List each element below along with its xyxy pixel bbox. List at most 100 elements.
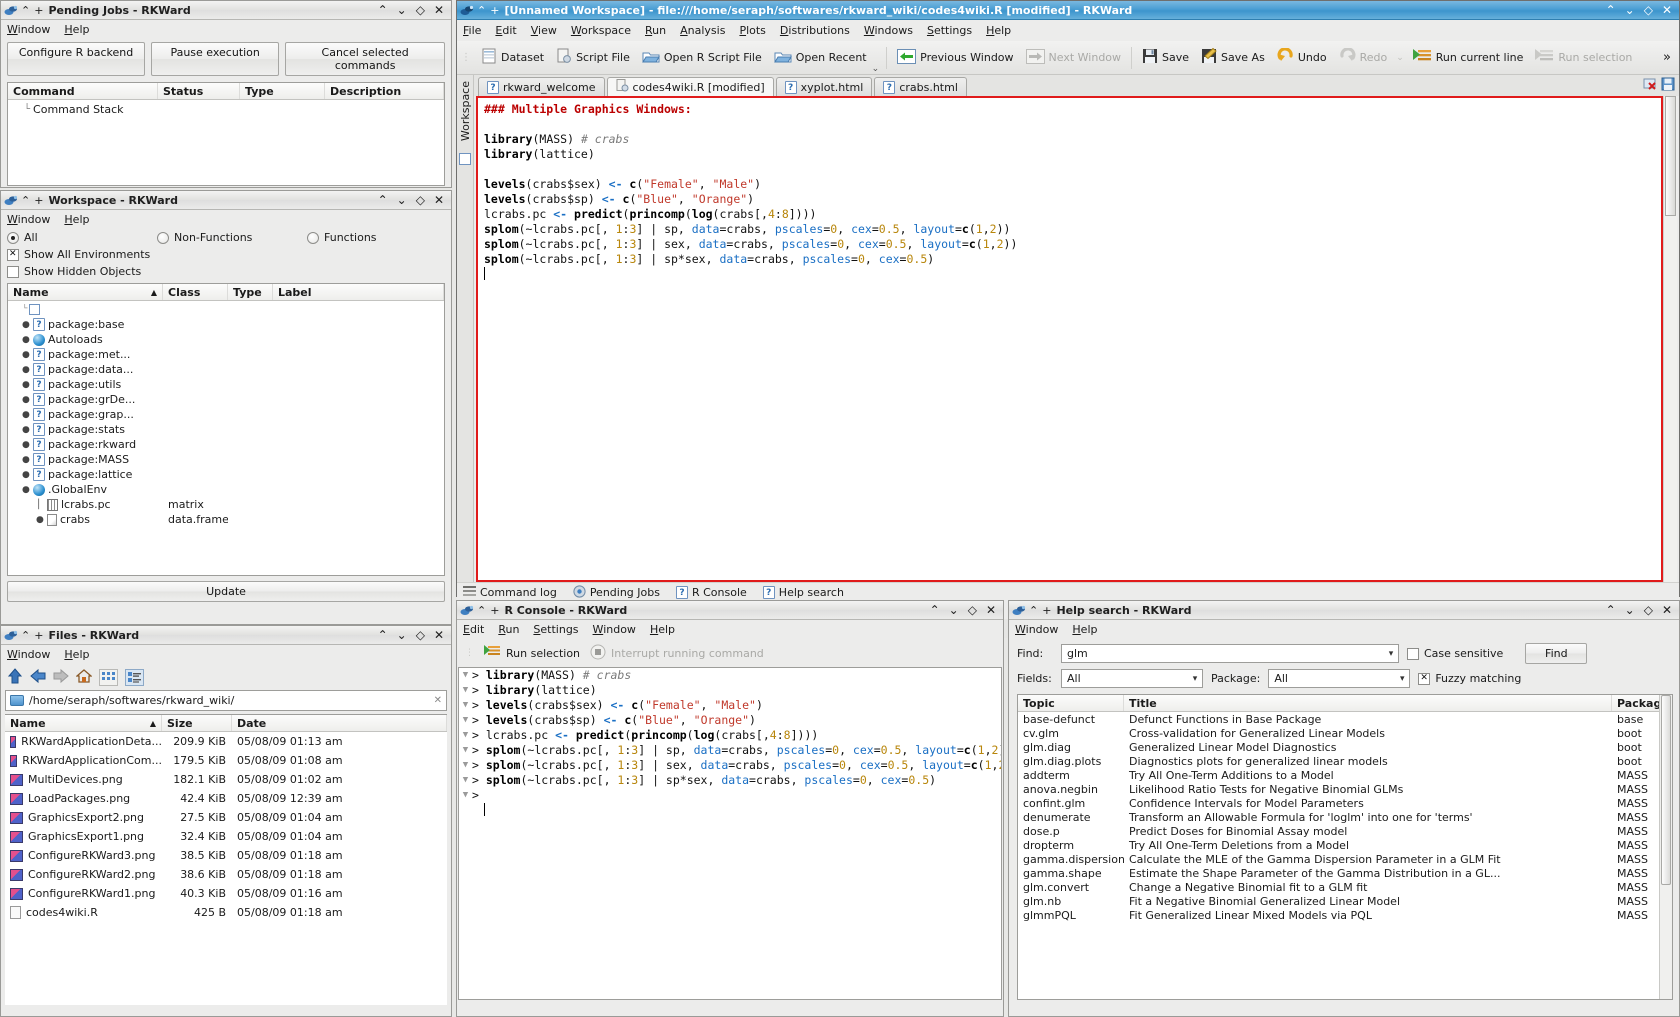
- workspace-tree-icon[interactable]: [459, 153, 471, 166]
- radio-functions[interactable]: Functions: [307, 231, 377, 244]
- column-type[interactable]: Type: [228, 284, 273, 300]
- menu-edit[interactable]: Edit: [495, 24, 516, 37]
- find-input[interactable]: glm ▾: [1061, 644, 1399, 663]
- help-result-row[interactable]: dropterm Try All One-Term Deletions from …: [1018, 838, 1672, 852]
- column-command[interactable]: Command: [8, 83, 158, 99]
- toolbar-run-current-line-button[interactable]: Run current line: [1408, 46, 1529, 69]
- up-icon[interactable]: [7, 667, 23, 687]
- tree-expander-icon[interactable]: ●: [22, 440, 30, 450]
- minimize-button[interactable]: ⌄: [949, 604, 959, 616]
- fold-arrow-icon[interactable]: ▼: [459, 728, 472, 743]
- bottom-tab-command-log[interactable]: Command log: [463, 585, 557, 600]
- help-result-row[interactable]: glm.convert Change a Negative Binomial fi…: [1018, 880, 1672, 894]
- file-row[interactable]: LoadPackages.png 42.4 KiB 05/08/09 12:39 a…: [5, 789, 447, 808]
- tree-expander-icon[interactable]: │: [36, 500, 44, 510]
- radio-non-functions[interactable]: Non-Functions: [157, 231, 307, 244]
- shade-button[interactable]: ⌃: [1606, 4, 1616, 16]
- shade-icon[interactable]: ⌃: [21, 4, 30, 17]
- toolbar-open-recent-button[interactable]: Open Recent: [769, 47, 872, 69]
- help-result-row[interactable]: gamma.shape Estimate the Shape Parameter …: [1018, 866, 1672, 880]
- chevron-down-icon[interactable]: ▾: [1395, 674, 1409, 684]
- close-button[interactable]: ✕: [1662, 604, 1672, 616]
- column-label[interactable]: Label: [273, 284, 444, 300]
- fold-arrow-icon[interactable]: ▼: [459, 713, 472, 728]
- menu-windows[interactable]: Windows: [864, 24, 913, 37]
- shade-icon[interactable]: ⌃: [477, 604, 486, 617]
- tree-expander-icon[interactable]: ●: [22, 380, 30, 390]
- menu-plots[interactable]: Plots: [739, 24, 765, 37]
- workspace-tree-item[interactable]: ●? package:lattice: [8, 467, 444, 482]
- file-row[interactable]: GraphicsExport1.png 32.4 KiB 05/08/09 01:0…: [5, 827, 447, 846]
- menu-file[interactable]: File: [463, 24, 481, 37]
- menu-workspace[interactable]: Workspace: [571, 24, 631, 37]
- workspace-tree-item[interactable]: ●? package:rkward: [8, 437, 444, 452]
- help-result-row[interactable]: glm.diag Generalized Linear Model Diagnos…: [1018, 740, 1672, 754]
- find-button[interactable]: Find: [1525, 643, 1588, 664]
- file-row[interactable]: ConfigureRKWard2.png 38.6 KiB 05/08/09 01:…: [5, 865, 447, 884]
- package-select[interactable]: All ▾: [1268, 669, 1411, 688]
- r-console-output[interactable]: ▼ > library(MASS) # crabs ▼ > library(latti…: [458, 667, 1002, 1000]
- tab-codes4wiki-r-modified-[interactable]: codes4wiki.R [modified]: [606, 77, 774, 96]
- menu-run[interactable]: Run: [645, 24, 666, 37]
- toolbar-dataset-button[interactable]: Dataset: [476, 46, 549, 69]
- fuzzy-matching-checkbox[interactable]: Fuzzy matching: [1418, 672, 1521, 685]
- fold-arrow-icon[interactable]: ▼: [459, 773, 472, 788]
- help-search-titlebar[interactable]: ⌃ + Help search - RKWard ⌃ ⌄ ◇ ✕: [1009, 601, 1679, 620]
- menu-settings[interactable]: Settings: [927, 24, 972, 37]
- forward-icon[interactable]: [53, 668, 69, 687]
- chevron-down-icon[interactable]: ▾: [1384, 649, 1398, 659]
- menu-window[interactable]: Window: [7, 23, 50, 36]
- menu-window[interactable]: Window: [7, 213, 50, 226]
- maximize-button[interactable]: ◇: [416, 629, 425, 641]
- file-row[interactable]: ConfigureRKWard1.png 40.3 KiB 05/08/09 01:…: [5, 884, 447, 903]
- workspace-tree-item[interactable]: ●? package:grDe...: [8, 392, 444, 407]
- shade-button[interactable]: ⌃: [378, 629, 388, 641]
- file-row[interactable]: codes4wiki.R 425 B 05/08/09 01:18 am: [5, 903, 447, 922]
- column-description[interactable]: Description: [325, 83, 444, 99]
- shade-icon[interactable]: ⌃: [21, 629, 30, 642]
- help-result-row[interactable]: anova.negbin Likelihood Ratio Tests for N…: [1018, 782, 1672, 796]
- toolbar-previous-window-button[interactable]: Previous Window: [892, 47, 1018, 69]
- help-result-row[interactable]: glmmPQL Fit Generalized Linear Mixed Mode…: [1018, 908, 1672, 922]
- menu-help[interactable]: Help: [1072, 623, 1097, 636]
- menu-edit[interactable]: Edit: [463, 623, 484, 636]
- maximize-button[interactable]: ◇: [1644, 4, 1653, 16]
- r-console-titlebar[interactable]: ⌃ + R Console - RKWard ⌃ ⌄ ◇ ✕: [457, 601, 1003, 620]
- fold-arrow-icon[interactable]: ▼: [459, 758, 472, 773]
- help-result-row[interactable]: glm.nb Fit a Negative Binomial Generalize…: [1018, 894, 1672, 908]
- tree-root-row[interactable]: └: [8, 301, 444, 317]
- help-result-row[interactable]: glm.diag.plots Diagnostics plots for gene…: [1018, 754, 1672, 768]
- shade-button[interactable]: ⌃: [1606, 604, 1616, 616]
- pin-icon[interactable]: +: [34, 4, 43, 17]
- workspace-tree-item[interactable]: ● Autoloads: [8, 332, 444, 347]
- pin-icon[interactable]: +: [1042, 604, 1051, 617]
- tree-expander-icon[interactable]: ●: [22, 335, 30, 345]
- tab-crabs-html[interactable]: ? crabs.html: [874, 77, 967, 96]
- back-icon[interactable]: [30, 668, 46, 687]
- pause-execution-button[interactable]: Pause execution: [151, 42, 280, 76]
- maximize-button[interactable]: ◇: [416, 194, 425, 206]
- tree-expander-icon[interactable]: ●: [22, 320, 30, 330]
- fold-arrow-icon[interactable]: ▼: [459, 668, 472, 683]
- workspace-tree-item[interactable]: ● crabs data.frame: [8, 512, 444, 527]
- minimize-button[interactable]: ⌄: [397, 629, 407, 641]
- toolbar-undo-button[interactable]: Undo: [1272, 46, 1332, 69]
- help-result-row[interactable]: addterm Try All One-Term Additions to a M…: [1018, 768, 1672, 782]
- shade-icon[interactable]: ⌃: [21, 194, 30, 207]
- workspace-tree-item[interactable]: ●? package:base: [8, 317, 444, 332]
- editor-scrollbar-thumb[interactable]: [1665, 96, 1676, 216]
- tree-expander-icon[interactable]: ●: [22, 365, 30, 375]
- menu-help[interactable]: Help: [650, 623, 675, 636]
- tree-expander-icon[interactable]: ●: [22, 425, 30, 435]
- check-show-all-environments[interactable]: Show All Environments: [1, 244, 451, 261]
- menu-help[interactable]: Help: [64, 23, 89, 36]
- minimize-button[interactable]: ⌄: [397, 194, 407, 206]
- run-selection-button[interactable]: Run selection: [484, 644, 580, 662]
- help-results-table[interactable]: Topic Title Package base-defunct Defunct …: [1017, 694, 1673, 1000]
- file-row[interactable]: MultiDevices.png 182.1 KiB 05/08/09 01:02 …: [5, 770, 447, 789]
- update-button[interactable]: Update: [7, 581, 445, 602]
- pin-icon[interactable]: +: [34, 629, 43, 642]
- icon-view-icon[interactable]: [99, 668, 118, 686]
- maximize-button[interactable]: ◇: [416, 4, 425, 16]
- bottom-tab-pending-jobs[interactable]: Pending Jobs: [573, 584, 660, 601]
